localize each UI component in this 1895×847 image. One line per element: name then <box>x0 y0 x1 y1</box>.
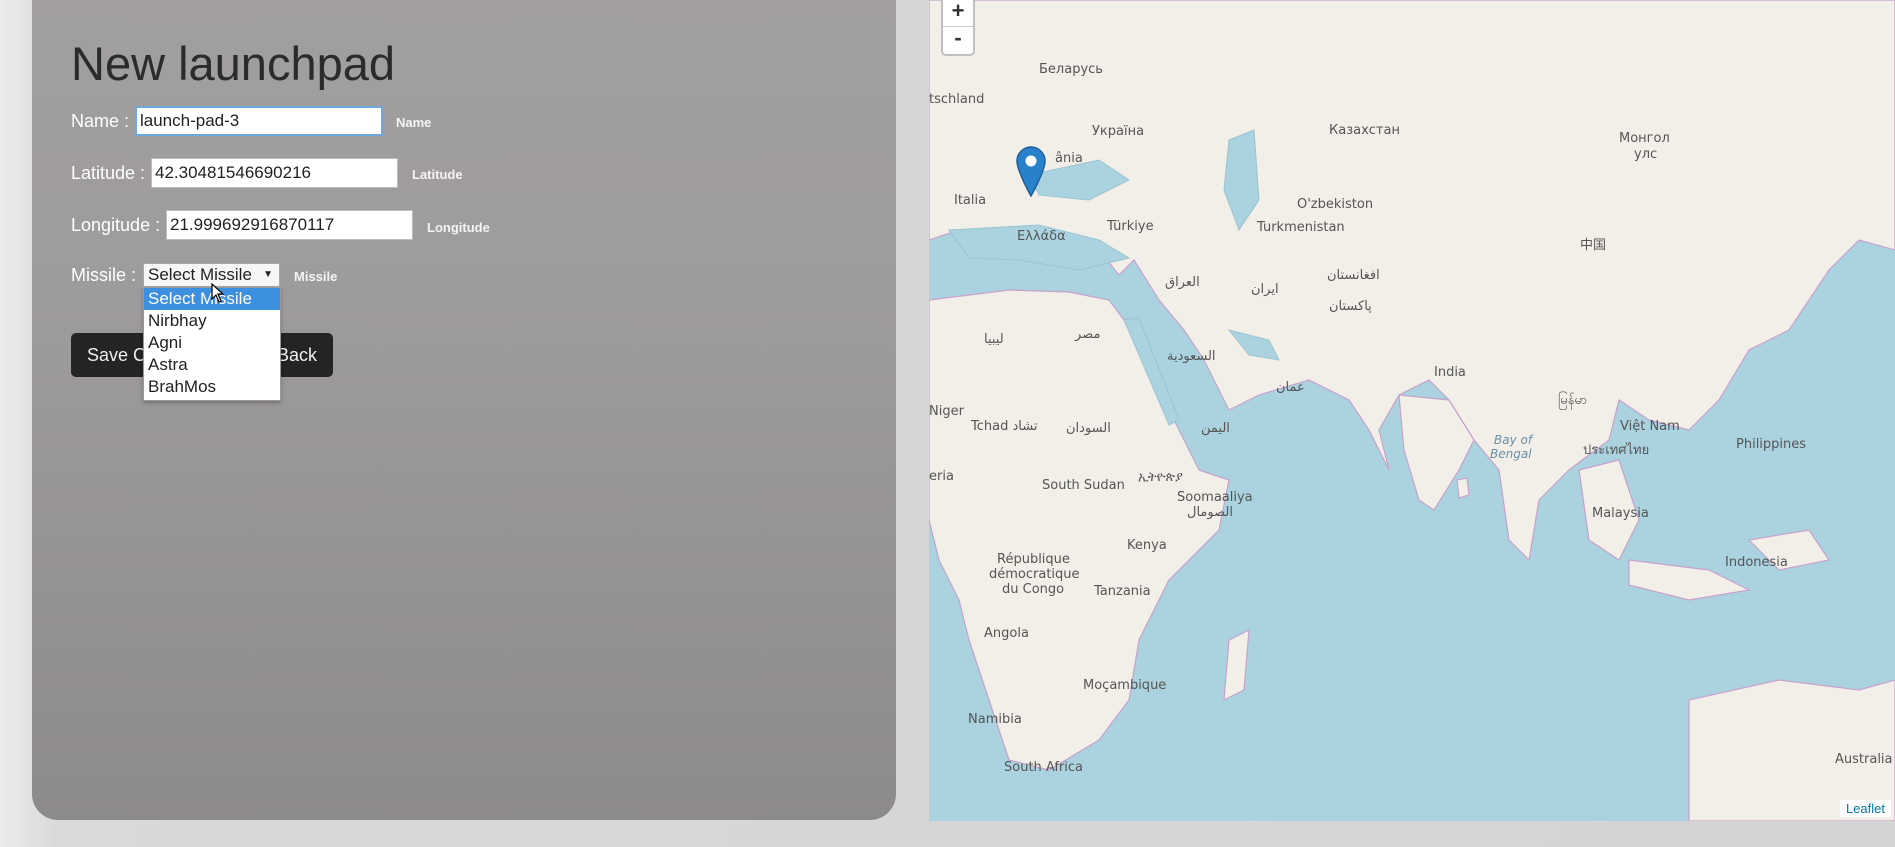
map-label: الصومال <box>1187 505 1233 520</box>
map-label: Tchad تشاد <box>971 419 1038 434</box>
cursor-icon <box>211 283 225 303</box>
zoom-out-button[interactable]: - <box>943 27 973 53</box>
map-label: India <box>1434 365 1466 380</box>
map-zoom-control: + - <box>941 0 975 56</box>
map-label: 中国 <box>1580 238 1607 253</box>
map-label: العراق <box>1165 275 1200 290</box>
map-label: Ελλάδα <box>1017 229 1066 244</box>
save-button-label: Save C <box>87 345 147 365</box>
page-title: New launchpad <box>71 37 395 90</box>
map-label: Namibia <box>968 712 1022 727</box>
map-label: Philippines <box>1736 437 1807 452</box>
map-label: ایران <box>1251 282 1279 297</box>
map-label: South Africa <box>1004 760 1083 775</box>
map-label: Tanzania <box>1094 584 1151 599</box>
map-label: مصر <box>1075 327 1101 342</box>
map-label: پاکستان <box>1329 299 1372 314</box>
map-label: Bengal <box>1490 447 1532 461</box>
map-label: ânia <box>1055 151 1083 166</box>
map-view[interactable]: Беларусь tschland Україна Казахстан Монг… <box>929 0 1895 821</box>
map-label: démocratique <box>989 567 1080 582</box>
map-label: عمان <box>1276 380 1305 395</box>
map-label: မြန်မာ <box>1558 393 1588 408</box>
missile-dropdown-list: Select Missile Nirbhay Agni Astra BrahMo… <box>143 287 281 401</box>
option-nirbhay[interactable]: Nirbhay <box>144 310 280 332</box>
map-label: Монгол <box>1619 131 1670 146</box>
map-label: du Congo <box>1002 582 1065 597</box>
map-label: République <box>997 552 1070 567</box>
leaflet-attribution-link[interactable]: Leaflet <box>1839 800 1891 817</box>
map-label: السودان <box>1066 421 1111 436</box>
longitude-hint: Longitude <box>427 220 490 235</box>
map-landmass <box>929 0 1895 821</box>
map-label: Niger <box>929 404 964 419</box>
map-label: Australia <box>1835 752 1893 767</box>
longitude-label: Longitude : <box>71 215 161 235</box>
latitude-input[interactable] <box>151 158 398 188</box>
map-label: eria <box>929 469 954 484</box>
missile-select-value: Select Missile <box>148 265 252 284</box>
missile-label: Missile : <box>71 265 137 285</box>
map-label: Kenya <box>1127 538 1167 553</box>
map-label: Soomaaliya <box>1177 490 1253 505</box>
map-label: tschland <box>929 92 985 107</box>
map-label: Việt Nam <box>1620 419 1680 434</box>
map-label: ประเทศไทย <box>1583 443 1650 458</box>
map-label: Moçambique <box>1083 678 1167 693</box>
map-label: O'zbekiston <box>1297 197 1374 212</box>
option-agni[interactable]: Agni <box>144 332 280 354</box>
name-hint: Name <box>396 115 432 130</box>
missile-hint: Missile <box>294 269 338 284</box>
map-label: ኢትዮጵያ <box>1138 470 1183 485</box>
map-label: Україна <box>1092 124 1145 139</box>
map-label: Indonesia <box>1725 555 1788 570</box>
option-brahmos[interactable]: BrahMos <box>144 376 280 398</box>
map-label: South Sudan <box>1042 478 1125 493</box>
map-label: Türkiye <box>1107 219 1154 234</box>
map-label: Беларусь <box>1039 62 1103 77</box>
map-label: Angola <box>984 626 1029 641</box>
map-label: Turkmenistan <box>1257 220 1345 235</box>
map-label: Казахстан <box>1329 123 1400 138</box>
map-label: Italia <box>954 193 987 208</box>
latitude-hint: Latitude <box>412 167 463 182</box>
latitude-label: Latitude : <box>71 163 146 183</box>
map-label: السعودية <box>1167 349 1216 364</box>
map-label: улс <box>1634 147 1658 162</box>
back-button-label: Back <box>277 345 318 365</box>
map-label: ليبيا <box>984 332 1004 347</box>
zoom-in-button[interactable]: + <box>943 0 973 27</box>
map-label: اليمن <box>1201 421 1230 436</box>
name-label: Name : <box>71 111 130 131</box>
map-marker-icon[interactable] <box>1015 145 1047 197</box>
map-label: Bay of <box>1494 433 1533 447</box>
option-astra[interactable]: Astra <box>144 354 280 376</box>
longitude-input[interactable] <box>166 210 413 240</box>
chevron-down-icon: ▼ <box>263 269 273 280</box>
map-label: Malaysia <box>1592 506 1649 521</box>
name-input[interactable] <box>135 106 383 136</box>
map-label: افغانستان <box>1327 268 1380 283</box>
